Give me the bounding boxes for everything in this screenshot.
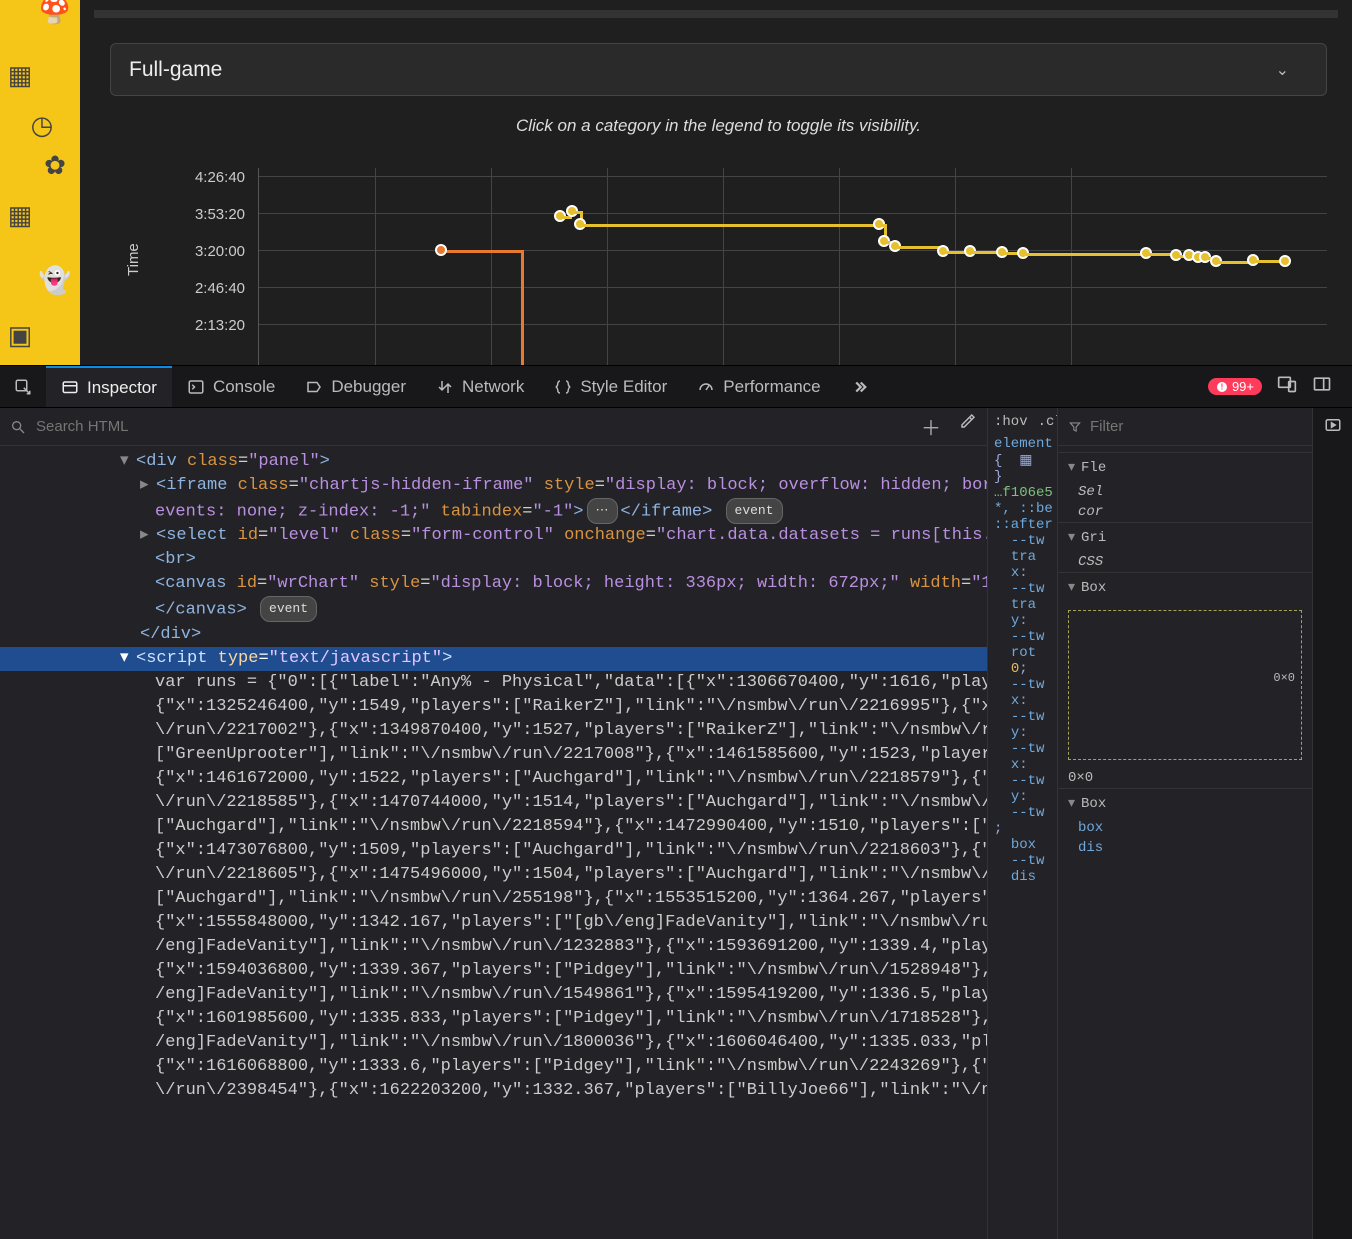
page-content: 🍄 ▦ ◷ ✿ ▦ 👻 ▣ Full-game ⌄ Click on a cat… — [0, 0, 1352, 365]
styles-filter-input[interactable] — [1090, 418, 1302, 435]
box-model-diagram[interactable]: 0×0 — [1068, 610, 1302, 760]
devtools-panel: Inspector Console Debugger Network Style… — [0, 365, 1352, 1239]
tab-style-editor[interactable]: Style Editor — [539, 366, 682, 407]
tab-label: Debugger — [331, 377, 406, 397]
dom-tree[interactable]: ▾<div class="panel"> ▸<iframe class="cha… — [0, 446, 987, 1239]
section-box-props[interactable]: Box — [1081, 796, 1106, 812]
tab-label: Network — [462, 377, 524, 397]
layout-panel: ▾Fle Sel cor ▾Gri CSS ▾Box 0×0 0×0 ▾Box … — [1057, 408, 1312, 1239]
play-icon[interactable] — [1324, 416, 1342, 439]
error-count-badge[interactable]: ! 99+ — [1208, 378, 1262, 395]
script-source: var runs = {"0":[{"label":"Any% - Physic… — [0, 671, 987, 1103]
devtools-sidebar-icons — [1312, 408, 1352, 1239]
tab-label: Inspector — [87, 378, 157, 398]
wr-chart[interactable]: Click on a category in the legend to tog… — [110, 116, 1327, 356]
panel-top-bar — [94, 10, 1338, 18]
tab-network[interactable]: Network — [421, 366, 539, 407]
tabs-overflow-button[interactable] — [836, 366, 884, 407]
mushroom-icon: 🍄 — [35, 0, 75, 30]
filter-icon — [1068, 420, 1082, 434]
add-element-button[interactable]: ＋ — [921, 412, 941, 441]
grid-icon[interactable]: ▦ — [1019, 453, 1032, 469]
chart-subtitle: Click on a category in the legend to tog… — [110, 116, 1327, 136]
tab-debugger[interactable]: Debugger — [290, 366, 421, 407]
level-select[interactable]: Full-game — [110, 43, 1327, 96]
game-sidebar: 🍄 ▦ ◷ ✿ ▦ 👻 ▣ — [0, 0, 80, 365]
y-axis-ticks: 4:26:40 3:53:20 3:20:00 2:46:40 2:13:20 — [150, 171, 255, 356]
responsive-mode-icon[interactable] — [1277, 374, 1297, 399]
svg-text:!: ! — [1221, 382, 1224, 391]
chart-panel: Full-game ⌄ Click on a category in the l… — [80, 0, 1352, 365]
flower-icon: ✿ — [35, 145, 75, 185]
section-flexbox[interactable]: Fle — [1081, 460, 1106, 476]
clock-icon: ◷ — [22, 105, 62, 145]
y-axis-label: Time — [125, 243, 142, 276]
tab-performance[interactable]: Performance — [682, 366, 835, 407]
eyedropper-icon[interactable] — [959, 412, 977, 441]
brick-icon: ▦ — [0, 195, 40, 235]
dom-panel: ＋ ▾<div class="panel"> ▸<iframe class="c… — [0, 408, 987, 1239]
devtools-tabstrip: Inspector Console Debugger Network Style… — [0, 366, 1352, 408]
search-icon — [10, 419, 26, 435]
search-html-input[interactable] — [36, 418, 911, 435]
element-picker-button[interactable] — [0, 366, 46, 407]
dock-mode-icon[interactable] — [1312, 374, 1332, 399]
question-block-icon: ▣ — [0, 315, 40, 355]
selected-dom-node[interactable]: ▾<script type="text/javascript"> — [0, 647, 987, 671]
section-box-model[interactable]: Box — [1081, 580, 1106, 596]
html-search-bar: ＋ — [0, 408, 987, 446]
rules-panel[interactable]: :hov.cls element { ▦ } …f106e5 *, ::be :… — [987, 408, 1057, 1239]
tab-label: Performance — [723, 377, 820, 397]
brick-icon: ▦ — [0, 55, 40, 95]
tab-inspector[interactable]: Inspector — [46, 366, 172, 407]
ghost-icon: 👻 — [35, 260, 75, 300]
plot-area[interactable] — [258, 168, 1327, 365]
tab-label: Style Editor — [580, 377, 667, 397]
tab-label: Console — [213, 377, 275, 397]
tab-console[interactable]: Console — [172, 366, 290, 407]
section-grid[interactable]: Gri — [1081, 530, 1106, 546]
